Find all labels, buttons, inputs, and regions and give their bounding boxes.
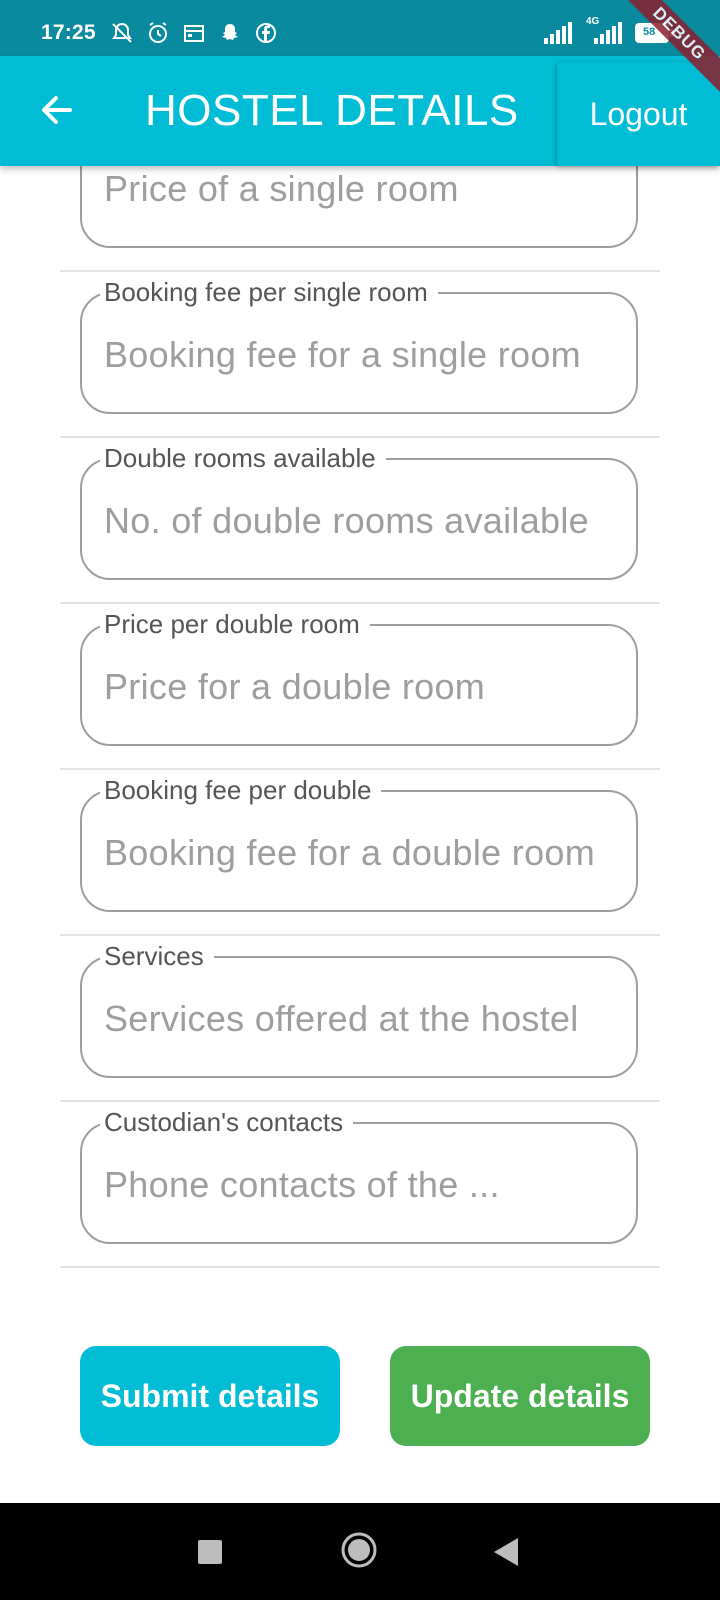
form-row-single-booking-fee: Booking fee per single room Booking fee … [60, 270, 660, 438]
double-booking-fee-placeholder: Booking fee for a double room [104, 832, 596, 873]
field-label: Price per double room [100, 609, 370, 640]
form-row-services: Services Services offered at the hostel [60, 934, 660, 1102]
back-nav-icon[interactable] [494, 1538, 518, 1566]
calendar-icon [184, 25, 204, 42]
signal-4g-icon: 4G [584, 16, 624, 46]
services-field[interactable]: Services Services offered at the hostel [80, 941, 638, 1078]
facebook-icon [256, 23, 276, 43]
snapchat-icon [222, 24, 238, 40]
double-booking-fee-field[interactable]: Booking fee per double Booking fee for a… [80, 775, 638, 912]
logout-button[interactable]: Logout [557, 62, 720, 166]
page-title: HOSTEL DETAILS [145, 86, 519, 135]
app-bar: HOSTEL DETAILS Logout [0, 56, 720, 166]
alarm-icon [149, 22, 167, 43]
update-details-button[interactable]: Update details [390, 1346, 650, 1446]
battery-level: 58 [643, 26, 656, 38]
single-booking-fee-field[interactable]: Booking fee per single room Booking fee … [80, 277, 638, 414]
double-room-price-placeholder: Price for a double room [104, 666, 486, 707]
services-placeholder: Services offered at the hostel [104, 998, 579, 1039]
field-label: Booking fee per single room [100, 277, 438, 308]
custodian-contacts-field[interactable]: Custodian's contacts Phone contacts of t… [80, 1107, 638, 1244]
muted-bell-icon [112, 22, 132, 43]
field-label: Booking fee per double [100, 775, 382, 806]
form-row-double-price: Price per double room Price for a double… [60, 602, 660, 770]
field-label: Services [100, 941, 214, 972]
signal-icon [544, 22, 572, 44]
form-row-double-rooms: Double rooms available No. of double roo… [60, 436, 660, 604]
notification-icons [110, 21, 278, 45]
status-time: 17:25 [41, 21, 96, 44]
field-label: Custodian's contacts [100, 1107, 354, 1138]
form-row-custodian-contacts: Custodian's contacts Phone contacts of t… [60, 1100, 660, 1268]
submit-details-button[interactable]: Submit details [80, 1346, 340, 1446]
double-rooms-available-field[interactable]: Double rooms available No. of double roo… [80, 443, 638, 580]
single-room-price-placeholder: Price of a single room [104, 168, 459, 209]
field-label: Double rooms available [100, 443, 386, 474]
double-rooms-placeholder: No. of double rooms available [104, 500, 589, 541]
status-bar: 17:25 4G 58 [0, 0, 720, 56]
system-nav-bar [0, 1503, 720, 1600]
custodian-contacts-placeholder: Phone contacts of the ... [104, 1164, 500, 1205]
home-icon[interactable] [340, 1531, 378, 1569]
double-room-price-field[interactable]: Price per double room Price for a double… [80, 609, 638, 746]
single-booking-fee-placeholder: Booking fee for a single room [104, 334, 581, 375]
recent-apps-icon[interactable] [198, 1540, 222, 1564]
form-row-double-booking-fee: Booking fee per double Booking fee for a… [60, 768, 660, 936]
back-arrow-icon[interactable] [36, 90, 76, 130]
